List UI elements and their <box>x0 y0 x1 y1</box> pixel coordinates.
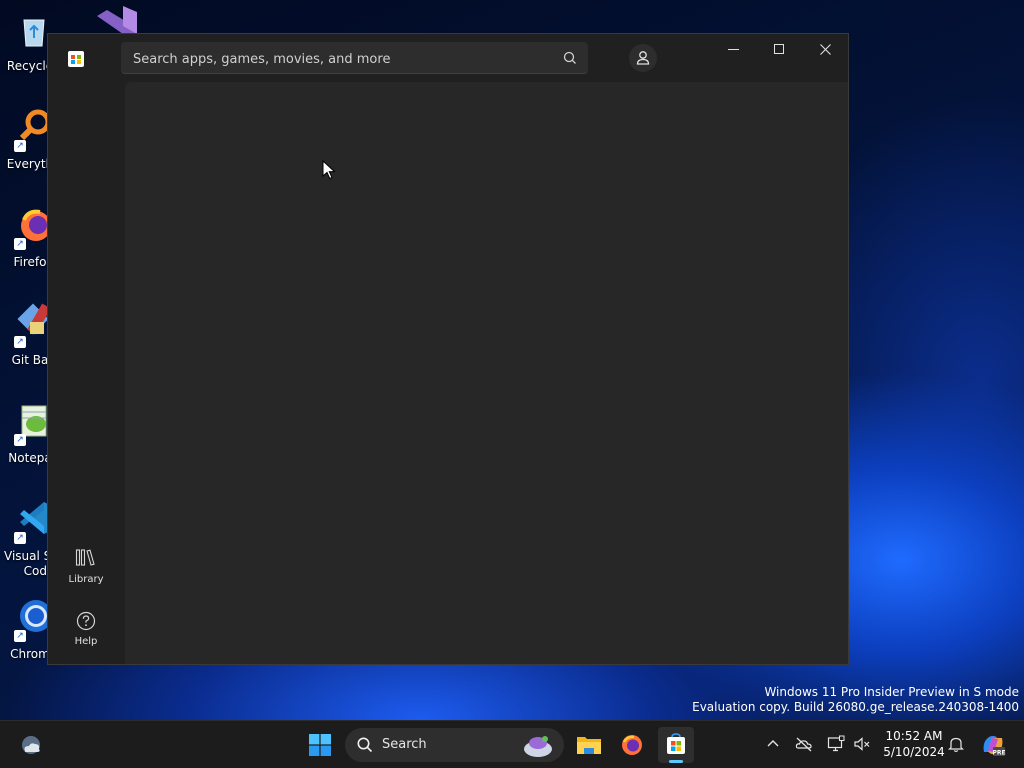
clock-time: 10:52 AM <box>885 729 943 743</box>
nav-item-library[interactable]: Library <box>56 544 116 594</box>
shortcut-arrow-icon: ↗ <box>14 336 26 348</box>
shortcut-arrow-icon: ↗ <box>14 630 26 642</box>
weather-cloud-icon <box>22 736 40 754</box>
shortcut-arrow-icon: ↗ <box>14 532 26 544</box>
taskbar: Search 10:52 AM 5/10/2024 PRE <box>0 720 1024 768</box>
svg-text:PRE: PRE <box>992 749 1005 756</box>
visual-studio-icon[interactable] <box>93 6 141 34</box>
taskbar-file-explorer[interactable] <box>570 727 606 763</box>
close-button[interactable] <box>802 34 848 66</box>
maximize-icon <box>774 44 784 54</box>
library-icon <box>75 549 95 566</box>
close-icon <box>820 44 831 55</box>
active-app-indicator <box>669 760 683 763</box>
nav-item-help[interactable]: Help <box>56 606 116 656</box>
nav-item-label: Help <box>74 636 98 647</box>
minimize-icon <box>728 49 739 50</box>
mouse-cursor-icon <box>322 160 336 180</box>
microsoft-store-icon <box>68 51 84 67</box>
minimize-button[interactable] <box>710 34 756 66</box>
store-search-box[interactable] <box>121 42 588 74</box>
maximize-button[interactable] <box>756 34 802 66</box>
taskbar-firefox[interactable] <box>614 727 650 763</box>
clock-date: 5/10/2024 <box>883 745 945 759</box>
notifications-bell-icon[interactable] <box>947 735 965 753</box>
evaluation-watermark: Windows 11 Pro Insider Preview in S mode… <box>692 685 1019 715</box>
windows-logo-icon <box>309 734 331 756</box>
shortcut-arrow-icon: ↗ <box>14 434 26 446</box>
shortcut-arrow-icon: ↗ <box>14 140 26 152</box>
onedrive-offline-icon[interactable] <box>795 735 813 753</box>
taskbar-microsoft-store[interactable] <box>658 727 694 763</box>
store-search-input[interactable] <box>131 48 555 70</box>
taskbar-search-box[interactable]: Search <box>345 728 564 762</box>
nav-item-label: Library <box>68 574 104 585</box>
network-display-icon[interactable] <box>827 735 845 753</box>
folder-icon <box>577 737 601 754</box>
widgets-button[interactable] <box>14 727 50 763</box>
account-button[interactable] <box>629 44 657 72</box>
main-content-area <box>125 82 848 664</box>
navigation-sidebar: Library Help <box>48 82 124 664</box>
search-highlight-icon <box>524 736 552 757</box>
system-clock[interactable]: 10:52 AM 5/10/2024 <box>876 728 952 760</box>
show-hidden-icons-chevron-icon[interactable] <box>764 735 782 753</box>
search-icon[interactable] <box>561 49 579 67</box>
microsoft-store-window: Library Help <box>47 33 849 665</box>
desktop-icon-label: Cod <box>23 564 47 578</box>
microsoft-store-icon <box>667 733 685 754</box>
shortcut-arrow-icon: ↗ <box>14 238 26 250</box>
title-bar[interactable] <box>48 34 848 82</box>
person-icon <box>636 51 650 65</box>
search-icon <box>357 737 373 753</box>
help-icon <box>76 611 96 631</box>
watermark-line-1: Windows 11 Pro Insider Preview in S mode <box>764 685 1019 699</box>
firefox-icon <box>622 735 642 755</box>
start-button[interactable] <box>302 727 338 763</box>
taskbar-search-label: Search <box>382 737 427 752</box>
copilot-icon[interactable]: PRE <box>980 732 1006 758</box>
watermark-line-2: Evaluation copy. Build 26080.ge_release.… <box>692 700 1019 714</box>
volume-muted-icon[interactable] <box>853 735 871 753</box>
